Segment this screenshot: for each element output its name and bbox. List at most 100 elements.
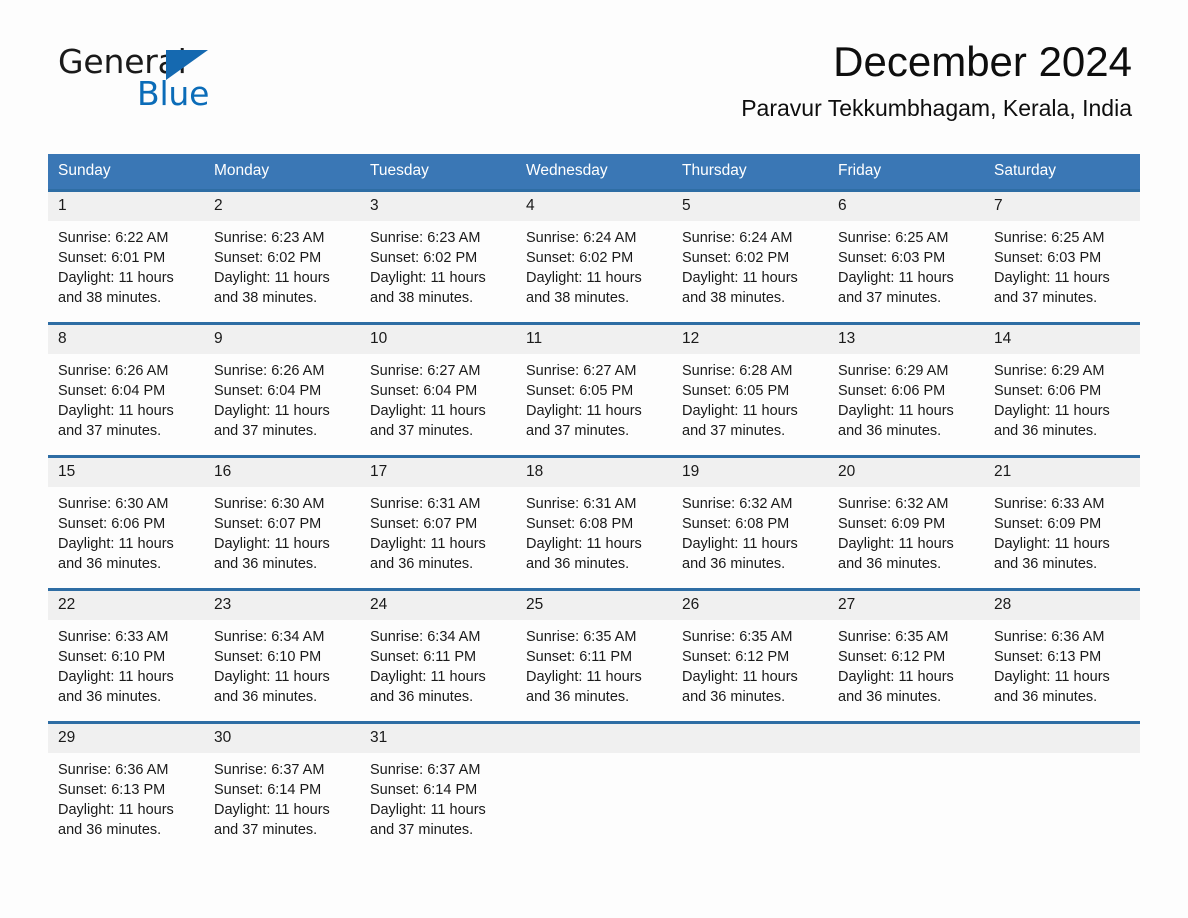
- calendar-day-cell[interactable]: 18 Sunrise: 6:31 AM Sunset: 6:08 PM Dayligh…: [516, 458, 672, 588]
- weekday-header-tuesday: Tuesday: [370, 162, 429, 179]
- daylight-text-line1: Daylight: 11 hours: [994, 669, 1110, 685]
- calendar-day-cell[interactable]: 13 Sunrise: 6:29 AM Sunset: 6:06 PM Dayligh…: [828, 325, 984, 455]
- calendar-day-cell[interactable]: 3 Sunrise: 6:23 AM Sunset: 6:02 PM Daylight…: [360, 192, 516, 322]
- sunrise-text: Sunrise: 6:35 AM: [682, 629, 793, 645]
- calendar-day-cell[interactable]: 22 Sunrise: 6:33 AM Sunset: 6:10 PM Dayligh…: [48, 591, 204, 721]
- sunrise-text: Sunrise: 6:37 AM: [370, 762, 481, 778]
- daylight-text-line1: Daylight: 11 hours: [682, 403, 798, 419]
- calendar-day-cell-empty: [828, 724, 984, 854]
- daylight-text-line1: Daylight: 11 hours: [526, 270, 642, 286]
- calendar-day-cell[interactable]: 19 Sunrise: 6:32 AM Sunset: 6:08 PM Dayligh…: [672, 458, 828, 588]
- calendar-day-cell[interactable]: 23 Sunrise: 6:34 AM Sunset: 6:10 PM Dayligh…: [204, 591, 360, 721]
- day-details: Sunrise: 6:36 AM Sunset: 6:13 PM Daylight:…: [48, 753, 204, 854]
- sunrise-text: Sunrise: 6:29 AM: [838, 363, 949, 379]
- daylight-text-line1: Daylight: 11 hours: [526, 536, 642, 552]
- sunset-text: Sunset: 6:03 PM: [994, 250, 1102, 266]
- calendar-day-cell[interactable]: 10 Sunrise: 6:27 AM Sunset: 6:04 PM Dayligh…: [360, 325, 516, 455]
- sunrise-text: Sunrise: 6:30 AM: [58, 496, 169, 512]
- daylight-text-line2: and 36 minutes.: [58, 556, 162, 572]
- calendar-day-cell[interactable]: 15 Sunrise: 6:30 AM Sunset: 6:06 PM Dayligh…: [48, 458, 204, 588]
- sunset-text: Sunset: 6:12 PM: [838, 649, 946, 665]
- calendar-day-cell[interactable]: 11 Sunrise: 6:27 AM Sunset: 6:05 PM Dayligh…: [516, 325, 672, 455]
- sunrise-text: Sunrise: 6:32 AM: [838, 496, 949, 512]
- calendar-day-cell[interactable]: 21 Sunrise: 6:33 AM Sunset: 6:09 PM Dayligh…: [984, 458, 1140, 588]
- sunrise-text: Sunrise: 6:23 AM: [214, 230, 325, 246]
- calendar-day-cell[interactable]: 24 Sunrise: 6:34 AM Sunset: 6:11 PM Dayligh…: [360, 591, 516, 721]
- calendar-day-cell[interactable]: 31 Sunrise: 6:37 AM Sunset: 6:14 PM Dayligh…: [360, 724, 516, 854]
- day-details: Sunrise: 6:37 AM Sunset: 6:14 PM Daylight:…: [360, 753, 516, 854]
- day-details: Sunrise: 6:31 AM Sunset: 6:08 PM Daylight:…: [516, 487, 672, 588]
- daylight-text-line1: Daylight: 11 hours: [838, 270, 954, 286]
- sunrise-text: Sunrise: 6:35 AM: [838, 629, 949, 645]
- day-details: [672, 753, 828, 849]
- sunset-text: Sunset: 6:08 PM: [682, 516, 790, 532]
- sunset-text: Sunset: 6:07 PM: [370, 516, 478, 532]
- calendar-day-cell[interactable]: 2 Sunrise: 6:23 AM Sunset: 6:02 PM Daylight…: [204, 192, 360, 322]
- day-number: 27: [828, 591, 984, 620]
- daylight-text-line1: Daylight: 11 hours: [370, 802, 486, 818]
- calendar-day-cell[interactable]: 12 Sunrise: 6:28 AM Sunset: 6:05 PM Dayligh…: [672, 325, 828, 455]
- sunrise-text: Sunrise: 6:22 AM: [58, 230, 169, 246]
- daylight-text-line1: Daylight: 11 hours: [58, 403, 174, 419]
- sunset-text: Sunset: 6:02 PM: [682, 250, 790, 266]
- sunrise-text: Sunrise: 6:24 AM: [526, 230, 637, 246]
- daylight-text-line2: and 37 minutes.: [526, 423, 630, 439]
- daylight-text-line1: Daylight: 11 hours: [838, 669, 954, 685]
- calendar-day-cell[interactable]: 25 Sunrise: 6:35 AM Sunset: 6:11 PM Dayligh…: [516, 591, 672, 721]
- daylight-text-line2: and 37 minutes.: [214, 423, 318, 439]
- calendar-day-cell[interactable]: 20 Sunrise: 6:32 AM Sunset: 6:09 PM Dayligh…: [828, 458, 984, 588]
- day-details: Sunrise: 6:26 AM Sunset: 6:04 PM Daylight:…: [204, 354, 360, 455]
- sunset-text: Sunset: 6:14 PM: [214, 782, 322, 798]
- daylight-text-line2: and 37 minutes.: [682, 423, 786, 439]
- day-number: [984, 724, 1140, 753]
- day-details: Sunrise: 6:37 AM Sunset: 6:14 PM Daylight:…: [204, 753, 360, 854]
- calendar-day-cell[interactable]: 26 Sunrise: 6:35 AM Sunset: 6:12 PM Dayligh…: [672, 591, 828, 721]
- daylight-text-line2: and 37 minutes.: [370, 423, 474, 439]
- sunrise-text: Sunrise: 6:26 AM: [214, 363, 325, 379]
- calendar-day-cell[interactable]: 5 Sunrise: 6:24 AM Sunset: 6:02 PM Daylight…: [672, 192, 828, 322]
- calendar-day-cell[interactable]: 27 Sunrise: 6:35 AM Sunset: 6:12 PM Dayligh…: [828, 591, 984, 721]
- day-details: Sunrise: 6:33 AM Sunset: 6:10 PM Daylight:…: [48, 620, 204, 721]
- day-number: 29: [48, 724, 204, 753]
- general-blue-logo[interactable]: General Blue: [58, 42, 318, 114]
- calendar-day-cell[interactable]: 16 Sunrise: 6:30 AM Sunset: 6:07 PM Dayligh…: [204, 458, 360, 588]
- daylight-text-line1: Daylight: 11 hours: [526, 403, 642, 419]
- daylight-text-line2: and 38 minutes.: [526, 290, 630, 306]
- sunset-text: Sunset: 6:07 PM: [214, 516, 322, 532]
- calendar-day-cell[interactable]: 30 Sunrise: 6:37 AM Sunset: 6:14 PM Dayligh…: [204, 724, 360, 854]
- sunrise-text: Sunrise: 6:34 AM: [370, 629, 481, 645]
- calendar-day-cell[interactable]: 14 Sunrise: 6:29 AM Sunset: 6:06 PM Dayligh…: [984, 325, 1140, 455]
- calendar-day-cell[interactable]: 17 Sunrise: 6:31 AM Sunset: 6:07 PM Dayligh…: [360, 458, 516, 588]
- daylight-text-line1: Daylight: 11 hours: [370, 270, 486, 286]
- sunrise-text: Sunrise: 6:36 AM: [994, 629, 1105, 645]
- calendar-week-row: 1 Sunrise: 6:22 AM Sunset: 6:01 PM Daylight…: [48, 189, 1140, 322]
- weekday-header-thursday: Thursday: [682, 162, 747, 179]
- daylight-text-line1: Daylight: 11 hours: [214, 802, 330, 818]
- calendar-week-row: 8 Sunrise: 6:26 AM Sunset: 6:04 PM Daylight…: [48, 322, 1140, 455]
- calendar-day-cell[interactable]: 28 Sunrise: 6:36 AM Sunset: 6:13 PM Dayligh…: [984, 591, 1140, 721]
- daylight-text-line1: Daylight: 11 hours: [838, 403, 954, 419]
- calendar-day-cell[interactable]: 1 Sunrise: 6:22 AM Sunset: 6:01 PM Daylight…: [48, 192, 204, 322]
- daylight-text-line2: and 36 minutes.: [370, 689, 474, 705]
- calendar-day-cell[interactable]: 29 Sunrise: 6:36 AM Sunset: 6:13 PM Dayligh…: [48, 724, 204, 854]
- day-details: Sunrise: 6:23 AM Sunset: 6:02 PM Daylight:…: [204, 221, 360, 322]
- sunset-text: Sunset: 6:04 PM: [58, 383, 166, 399]
- sunrise-text: Sunrise: 6:32 AM: [682, 496, 793, 512]
- daylight-text-line2: and 36 minutes.: [214, 689, 318, 705]
- daylight-text-line2: and 38 minutes.: [370, 290, 474, 306]
- calendar-day-cell[interactable]: 9 Sunrise: 6:26 AM Sunset: 6:04 PM Daylight…: [204, 325, 360, 455]
- daylight-text-line1: Daylight: 11 hours: [58, 802, 174, 818]
- calendar-day-cell[interactable]: 8 Sunrise: 6:26 AM Sunset: 6:04 PM Daylight…: [48, 325, 204, 455]
- day-number: 18: [516, 458, 672, 487]
- calendar-day-cell[interactable]: 4 Sunrise: 6:24 AM Sunset: 6:02 PM Daylight…: [516, 192, 672, 322]
- day-details: Sunrise: 6:24 AM Sunset: 6:02 PM Daylight:…: [672, 221, 828, 322]
- daylight-text-line2: and 36 minutes.: [838, 423, 942, 439]
- page-title: December 2024: [833, 38, 1132, 85]
- day-number: 23: [204, 591, 360, 620]
- day-number: 14: [984, 325, 1140, 354]
- sunset-text: Sunset: 6:09 PM: [994, 516, 1102, 532]
- calendar-day-cell[interactable]: 6 Sunrise: 6:25 AM Sunset: 6:03 PM Daylight…: [828, 192, 984, 322]
- calendar-day-cell[interactable]: 7 Sunrise: 6:25 AM Sunset: 6:03 PM Daylight…: [984, 192, 1140, 322]
- calendar-day-cell-empty: [984, 724, 1140, 854]
- day-details: Sunrise: 6:27 AM Sunset: 6:05 PM Daylight:…: [516, 354, 672, 455]
